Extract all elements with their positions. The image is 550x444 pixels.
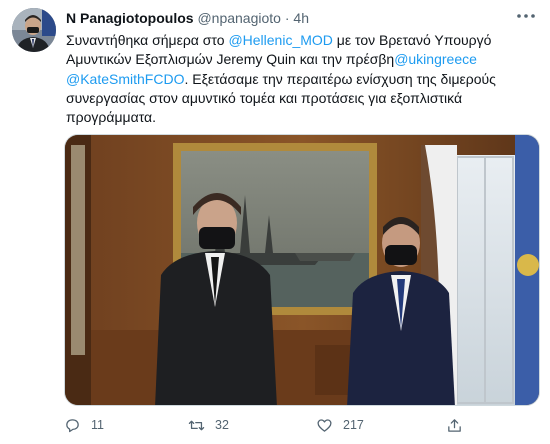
tweet-text-part: Συναντήθηκα σήμερα στο	[66, 32, 229, 48]
mention-ukingreece[interactable]: @ukingreece	[394, 51, 477, 67]
tweet-header: N Panagiotopoulos @npanagioto · 4h	[66, 10, 309, 26]
reply-count: 11	[91, 418, 104, 432]
timestamp[interactable]: 4h	[293, 10, 309, 26]
share-icon	[448, 418, 461, 432]
reply-icon	[66, 418, 79, 432]
retweet-icon	[188, 420, 205, 430]
more-options-button[interactable]	[514, 6, 538, 26]
retweet-count: 32	[215, 418, 229, 432]
mention-katesmithfcdo[interactable]: @KateSmithFCDO	[66, 71, 184, 87]
tweet-text: Συναντήθηκα σήμερα στο @Hellenic_MOD με …	[66, 31, 536, 127]
retweet-button[interactable]: 32	[188, 414, 229, 436]
author-name[interactable]: N Panagiotopoulos	[66, 10, 194, 26]
like-button[interactable]: 217	[316, 414, 364, 436]
reply-button[interactable]: 11	[64, 414, 104, 436]
tweet-photo[interactable]	[64, 134, 540, 406]
separator-dot: ·	[284, 10, 290, 26]
author-handle[interactable]: @npanagioto	[197, 10, 281, 26]
like-count: 217	[343, 418, 364, 432]
tweet-actions: 11 32 217	[64, 414, 504, 436]
avatar[interactable]	[12, 8, 56, 52]
share-button[interactable]	[446, 414, 463, 436]
photo-image	[65, 135, 539, 405]
mention-hellenic-mod[interactable]: @Hellenic_MOD	[228, 32, 332, 48]
heart-icon	[317, 418, 332, 432]
avatar-image	[12, 8, 56, 52]
more-horizontal-icon	[517, 14, 535, 18]
